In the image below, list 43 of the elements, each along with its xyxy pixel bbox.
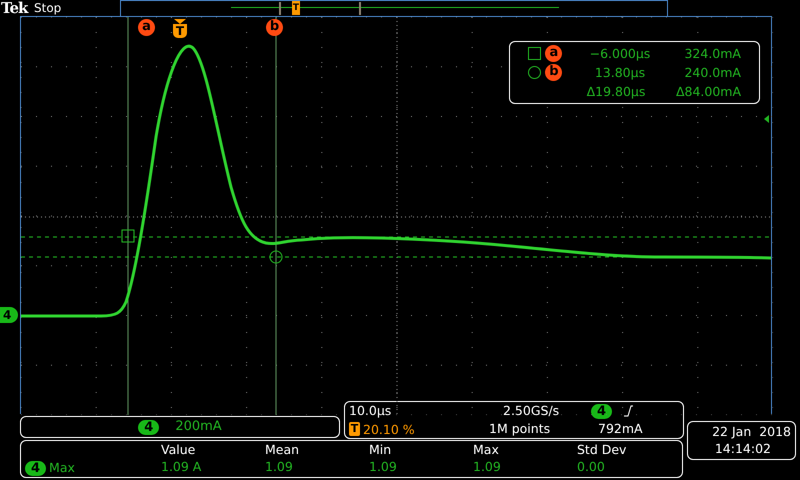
- horizontal-scale: 10.0µs: [349, 402, 392, 420]
- square-marker-icon: [528, 47, 541, 60]
- trigger-icon: T: [349, 422, 360, 436]
- brand-logo: Tek: [0, 0, 30, 16]
- column-header: Max: [473, 441, 500, 458]
- vertical-scale: 200mA: [175, 418, 222, 436]
- column-header: Value: [161, 441, 196, 458]
- column-header: Min: [369, 441, 392, 458]
- cursor-time: 13.80µs: [594, 64, 646, 82]
- trigger-channel-badge: 4: [591, 404, 612, 418]
- cursor-tag: a: [138, 19, 155, 36]
- trigger-position: 20.10 %: [363, 420, 415, 438]
- measurement-value: 1.09 A: [161, 458, 202, 475]
- cursor-square-marker: [122, 230, 134, 242]
- cursor-tag: b: [545, 64, 562, 81]
- cursor-tag: b: [266, 19, 283, 36]
- trigger-level-arrow-icon: [764, 115, 769, 123]
- delta-time: Δ19.80µs: [586, 83, 646, 101]
- measurement-value: 0.00: [577, 458, 606, 475]
- measurement-value: 1.09: [369, 458, 398, 475]
- time: 14:14:02: [714, 440, 772, 457]
- sample-rate: 2.50GS/s: [502, 402, 560, 420]
- cursor-value: 240.0mA: [683, 64, 741, 82]
- measurement-value: 1.09: [265, 458, 294, 475]
- measurement-channel-badge: 4: [25, 461, 46, 476]
- delta-value: Δ84.00mA: [674, 83, 742, 101]
- record-length: 1M points: [488, 420, 552, 438]
- measurement-value: 1.09: [473, 458, 502, 475]
- trigger-position-marker: T: [292, 1, 300, 15]
- trigger-level: 792mA: [597, 420, 644, 438]
- rising-edge-icon: [624, 405, 634, 417]
- cursor-value: 324.0mA: [683, 45, 741, 63]
- measurement-name: Max: [49, 459, 75, 476]
- column-header: Std Dev: [577, 441, 628, 458]
- date: 22 Jan 2018: [712, 423, 791, 440]
- cursor-tag: a: [545, 45, 562, 62]
- channel-badge: 4: [138, 420, 160, 434]
- cursor-circle-marker: [270, 250, 282, 264]
- column-header: Mean: [265, 441, 300, 458]
- circle-marker-icon: [528, 66, 541, 79]
- cursor-time: −6.000µs: [588, 45, 652, 63]
- acquisition-status: Stop: [34, 0, 62, 16]
- channel-marker: 4: [0, 307, 18, 323]
